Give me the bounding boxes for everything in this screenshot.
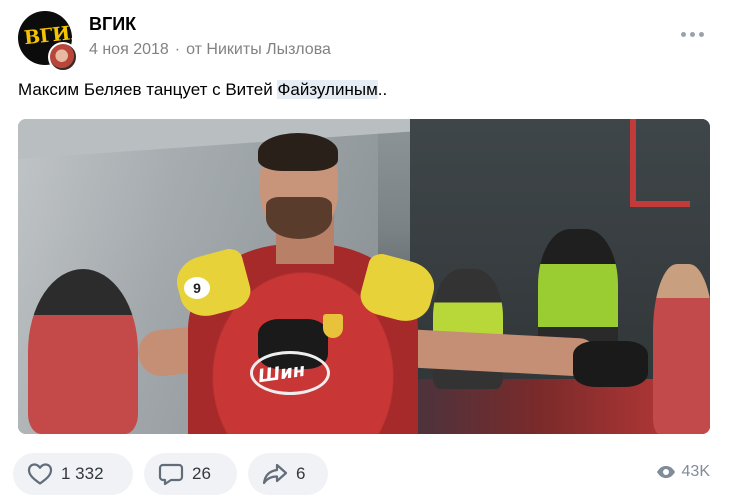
post-text: Максим Беляев танцует с Витей Файзулиным… (18, 80, 387, 100)
comment-count: 26 (192, 464, 211, 483)
author-avatar[interactable] (48, 42, 78, 72)
club-badge (323, 314, 343, 338)
post-date[interactable]: 4 ноя 2018 (89, 41, 169, 58)
more-dots-icon[interactable] (681, 32, 705, 40)
comment-button[interactable]: 26 (144, 453, 237, 495)
like-button[interactable]: 1 332 (13, 453, 133, 495)
group-name[interactable]: ВГИК (89, 14, 136, 35)
shirt-number: 9 (184, 277, 210, 299)
post-text-suffix: .. (377, 80, 388, 99)
wall-post: ВГИК ВГИК 4 ноя 2018 · от Никиты Лызлова М… (0, 0, 730, 499)
background-person (653, 264, 710, 434)
post-text-highlight: Файзулиным (277, 80, 378, 99)
like-count: 1 332 (61, 464, 104, 483)
views-counter: 43K (656, 463, 710, 481)
background-person (28, 269, 138, 434)
post-text-main: Максим Беляев танцует с Витей (18, 80, 278, 99)
views-count: 43K (681, 463, 710, 480)
eye-icon (656, 466, 675, 478)
heart-icon (27, 463, 53, 485)
post-author[interactable]: от Никиты Лызлова (186, 41, 331, 58)
share-count: 6 (296, 464, 306, 483)
comment-icon (158, 463, 184, 486)
post-video[interactable]: Шин 9 (18, 119, 710, 434)
share-button[interactable]: 6 (248, 453, 328, 495)
meta-separator: · (174, 41, 181, 58)
share-icon (262, 463, 288, 485)
post-meta: 4 ноя 2018 · от Никиты Лызлова (89, 41, 331, 59)
glove (573, 341, 648, 387)
